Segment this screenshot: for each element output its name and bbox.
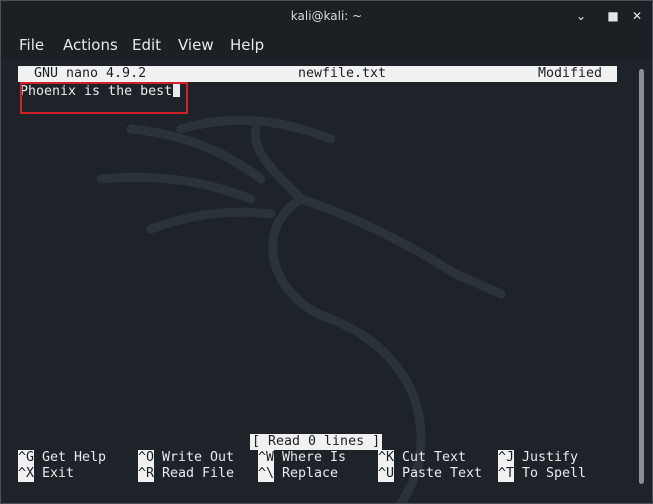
- menu-help[interactable]: Help: [230, 36, 264, 54]
- maximize-icon[interactable]: ■: [604, 7, 622, 25]
- editor-text-area[interactable]: Phoenix is the best: [18, 82, 617, 412]
- shortcut-to-spell: ^T To Spell: [498, 466, 587, 482]
- nano-version: GNU nano 4.9.2: [34, 66, 147, 81]
- scrollbar-thumb[interactable]: [639, 69, 644, 484]
- shortcut-where-is: ^W Where Is: [258, 450, 347, 466]
- terminal-window: kali@kali: ~ ⌄ ■ ✕ File Actions Edit Vie…: [0, 0, 653, 504]
- menu-edit[interactable]: Edit: [132, 36, 161, 54]
- status-line: [ Read 0 lines ]: [250, 434, 383, 450]
- menu-view[interactable]: View: [178, 36, 214, 54]
- minimize-icon[interactable]: ⌄: [572, 7, 590, 25]
- modified-flag: Modified: [538, 66, 603, 81]
- title-bar[interactable]: kali@kali: ~ ⌄ ■ ✕: [1, 1, 652, 32]
- menu-file[interactable]: File: [19, 36, 44, 54]
- menu-actions[interactable]: Actions: [63, 36, 118, 54]
- menu-bar: File Actions Edit View Help: [1, 32, 652, 59]
- shortcut-get-help: ^G Get Help: [18, 450, 107, 466]
- shortcut-cut-text: ^K Cut Text: [378, 450, 467, 466]
- shortcut-read-file: ^R Read File: [138, 466, 235, 482]
- window-title: kali@kali: ~: [290, 9, 363, 23]
- file-name: newfile.txt: [298, 66, 387, 81]
- shortcut-exit: ^X Exit: [18, 466, 75, 482]
- nano-header-bar: GNU nano 4.9.2 newfile.txt Modified: [18, 66, 617, 82]
- shortcut-replace: ^\ Replace: [258, 466, 339, 482]
- terminal-area[interactable]: GNU nano 4.9.2 newfile.txt Modified Phoe…: [1, 59, 635, 503]
- shortcut-justify: ^J Justify: [498, 450, 579, 466]
- close-icon[interactable]: ✕: [628, 7, 646, 25]
- scrollbar[interactable]: [635, 59, 652, 503]
- shortcut-write-out: ^O Write Out: [138, 450, 235, 466]
- shortcut-paste-text: ^U Paste Text: [378, 466, 483, 482]
- highlight-box: [20, 82, 188, 114]
